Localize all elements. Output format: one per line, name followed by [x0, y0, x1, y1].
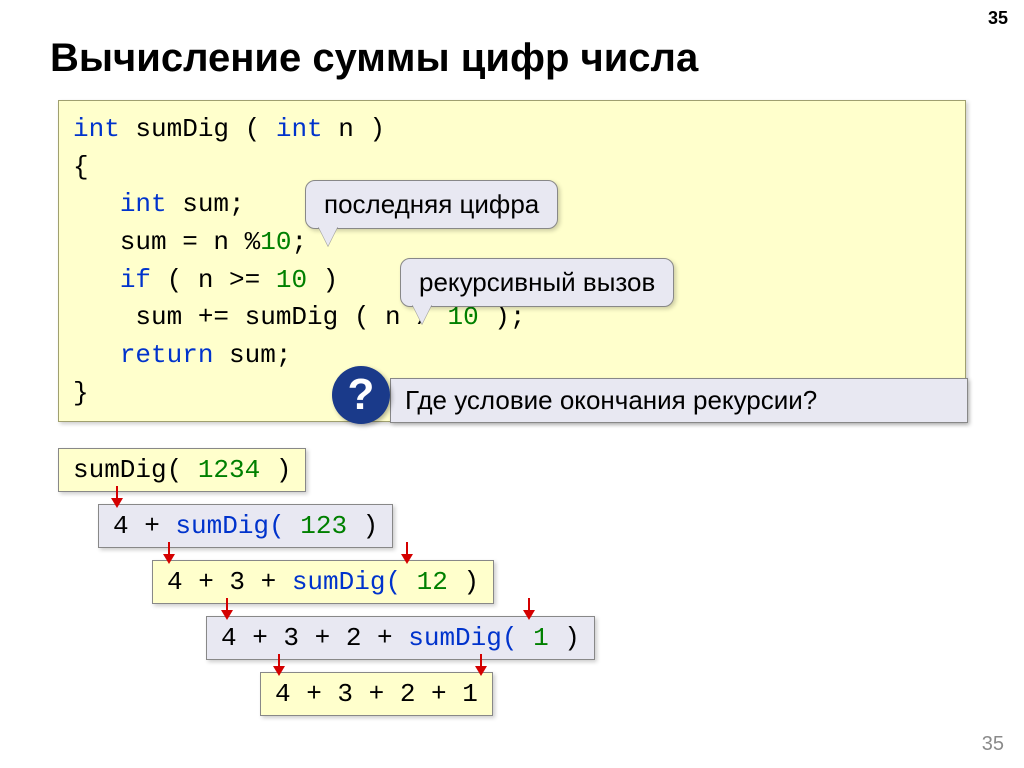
code-text: sum; — [167, 189, 245, 219]
arrow-icon — [168, 542, 170, 562]
kw-return: return — [120, 340, 214, 370]
arg: 1 — [533, 623, 549, 653]
fn-name: sumDig( — [408, 623, 533, 653]
code-text: { — [73, 152, 89, 182]
code-text: ) — [307, 265, 338, 295]
fn-name: sumDig( — [73, 455, 198, 485]
question-box: Где условие окончания рекурсии? — [390, 378, 968, 423]
code-text: 4 + 3 + 2 + 1 — [275, 679, 478, 709]
code-text: sum = n % — [73, 227, 260, 257]
page-number-top: 35 — [988, 8, 1008, 29]
callout-last-digit: последняя цифра — [305, 180, 558, 229]
question-mark-icon: ? — [332, 366, 390, 424]
kw-int: int — [276, 114, 323, 144]
arg: 1234 — [198, 455, 260, 485]
code-text: ; — [291, 227, 307, 257]
kw-int: int — [73, 114, 120, 144]
code-text: ( n >= — [151, 265, 276, 295]
code-text: ) — [260, 455, 291, 485]
arrow-icon — [278, 654, 280, 674]
arg: 12 — [417, 567, 448, 597]
callout-tail — [318, 226, 338, 246]
arrow-icon — [226, 598, 228, 618]
num-literal: 10 — [260, 227, 291, 257]
code-text: ) — [347, 511, 378, 541]
code-text: sum += sumDig ( n / — [73, 302, 447, 332]
arrow-icon — [116, 486, 118, 506]
code-text — [73, 265, 120, 295]
code-text: 4 + 3 + — [167, 567, 292, 597]
arg: 123 — [300, 511, 347, 541]
kw-if: if — [120, 265, 151, 295]
code-text: 4 + — [113, 511, 175, 541]
code-text: sumDig ( — [120, 114, 276, 144]
arrow-icon — [480, 654, 482, 674]
step-4: 4 + 3 + 2 + sumDig( 1 ) — [206, 616, 595, 660]
kw-int: int — [120, 189, 167, 219]
code-text — [73, 340, 120, 370]
step-2: 4 + sumDig( 123 ) — [98, 504, 393, 548]
code-text: } — [73, 378, 89, 408]
slide-title: Вычисление суммы цифр числа — [50, 36, 698, 81]
step-1: sumDig( 1234 ) — [58, 448, 306, 492]
code-text: ) — [448, 567, 479, 597]
step-3: 4 + 3 + sumDig( 12 ) — [152, 560, 494, 604]
code-text: sum; — [213, 340, 291, 370]
arrow-icon — [528, 598, 530, 618]
callout-tail — [412, 304, 432, 324]
code-text — [73, 189, 120, 219]
step-5: 4 + 3 + 2 + 1 — [260, 672, 493, 716]
code-text: ) — [549, 623, 580, 653]
page-number-bottom: 35 — [982, 733, 1004, 756]
code-text: n ) — [323, 114, 385, 144]
arrow-icon — [406, 542, 408, 562]
fn-name: sumDig( — [175, 511, 300, 541]
num-literal: 10 — [276, 265, 307, 295]
code-text: 4 + 3 + 2 + — [221, 623, 408, 653]
fn-name: sumDig( — [292, 567, 417, 597]
callout-recursive-call: рекурсивный вызов — [400, 258, 674, 307]
